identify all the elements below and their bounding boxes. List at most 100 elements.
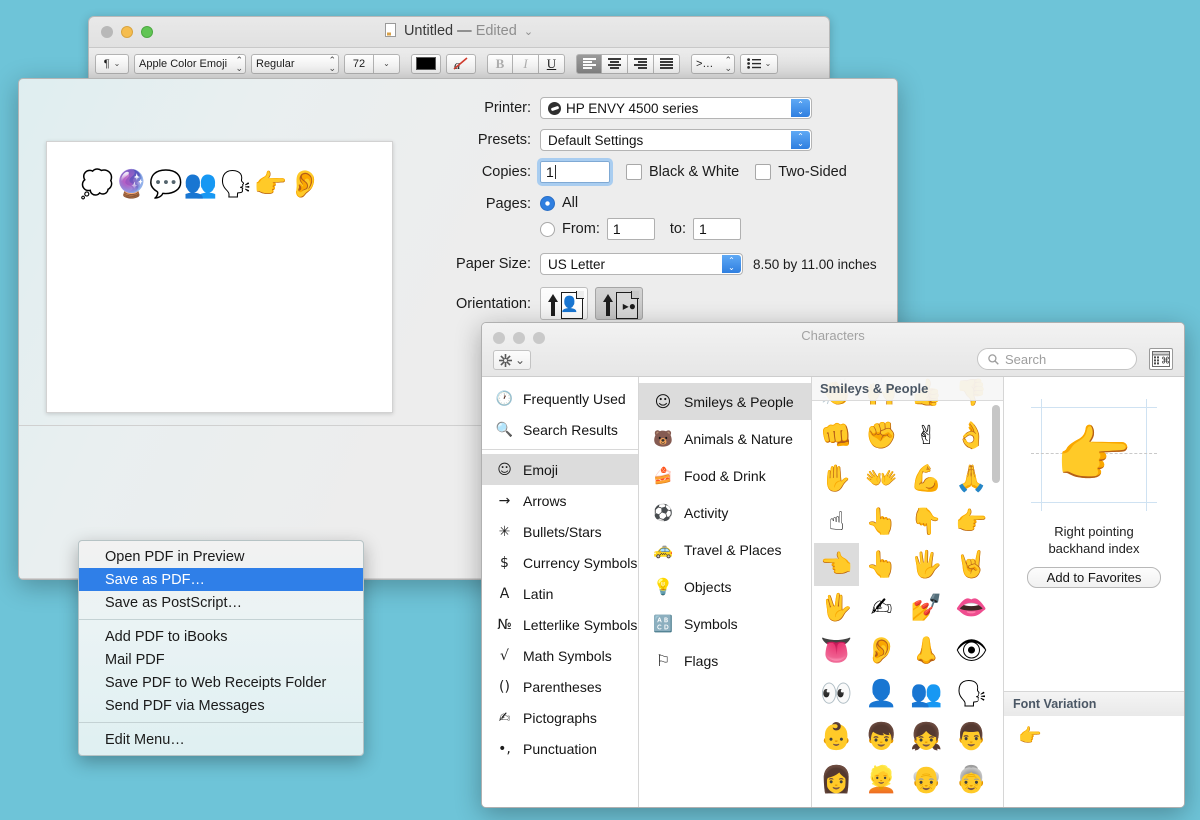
- menu-item[interactable]: Add PDF to iBooks: [79, 625, 363, 648]
- align-right-button[interactable]: [628, 53, 654, 74]
- category-item-currency-symbols[interactable]: $ Currency Symbols: [482, 547, 638, 578]
- orientation-portrait-button[interactable]: 👤: [540, 287, 588, 320]
- black-white-checkbox-row[interactable]: Black & White: [626, 164, 739, 180]
- menu-item[interactable]: Save PDF to Web Receipts Folder: [79, 671, 363, 694]
- category-item-emoji[interactable]: ☺ Emoji: [482, 454, 638, 485]
- font-family-select[interactable]: Apple Color Emoji ⌃ ⌄: [134, 53, 246, 74]
- line-spacing-select[interactable]: >… ⌃ ⌄: [691, 53, 735, 74]
- pages-all-option[interactable]: All: [540, 195, 741, 211]
- character-cell[interactable]: 👁: [949, 629, 994, 672]
- action-gear-button[interactable]: ⌄: [493, 350, 532, 370]
- character-cell[interactable]: 💪: [904, 457, 949, 500]
- category-item-search-results[interactable]: 🔍 Search Results: [482, 414, 638, 445]
- printer-select[interactable]: HP ENVY 4500 series ⌃ ⌄: [540, 97, 812, 119]
- character-cell[interactable]: 👄: [949, 586, 994, 629]
- pages-from-input[interactable]: 1: [606, 218, 655, 240]
- character-cell[interactable]: 💅: [904, 586, 949, 629]
- character-cell[interactable]: 👱: [859, 758, 904, 801]
- category-item-pictographs[interactable]: ✍ Pictographs: [482, 702, 638, 733]
- character-grid-scroll[interactable]: 👏🙌👍👎👊✊✌👌✋👐💪🙏☝👆👇👉👈👆🖐🤘🖖✍💅👄👅👂👃👁👀👤👥🗣👶👦👧👨👩👱👴👵…: [812, 377, 1003, 807]
- character-cell[interactable]: 👷: [949, 801, 994, 807]
- subcategory-item-travel-places[interactable]: 🚕 Travel & Places: [639, 531, 811, 568]
- character-cell[interactable]: ☝: [814, 500, 859, 543]
- character-cell[interactable]: 👐: [859, 457, 904, 500]
- keyboard-viewer-button[interactable]: ⌘: [1149, 348, 1173, 370]
- subcategory-item-food-drink[interactable]: 🍰 Food & Drink: [639, 457, 811, 494]
- pages-range-option[interactable]: From: 1 to: 1: [540, 218, 741, 240]
- menu-item[interactable]: Open PDF in Preview: [79, 545, 363, 568]
- category-item-parentheses[interactable]: () Parentheses: [482, 671, 638, 702]
- character-cell[interactable]: 👥: [904, 672, 949, 715]
- text-color-button[interactable]: [411, 53, 441, 74]
- character-cell[interactable]: 👮: [904, 801, 949, 807]
- text-background-color-button[interactable]: a: [446, 53, 476, 74]
- menu-item[interactable]: Edit Menu…: [79, 728, 363, 751]
- character-cell[interactable]: 👈: [814, 543, 859, 586]
- font-variation-item[interactable]: 👉: [1018, 725, 1042, 747]
- two-sided-checkbox[interactable]: [755, 164, 772, 180]
- character-cell[interactable]: 👶: [814, 715, 859, 758]
- character-cell[interactable]: 👌: [949, 414, 994, 457]
- menu-item[interactable]: Mail PDF: [79, 648, 363, 671]
- subcategory-item-animals-nature[interactable]: 🐻 Animals & Nature: [639, 420, 811, 457]
- stepper-icon[interactable]: ⌃ ⌄: [791, 131, 810, 149]
- underline-button[interactable]: U: [539, 53, 565, 74]
- category-item-frequently-used[interactable]: 🕐 Frequently Used: [482, 383, 638, 414]
- character-cell[interactable]: 👊: [814, 414, 859, 457]
- character-cell[interactable]: 👧: [904, 715, 949, 758]
- align-center-button[interactable]: [602, 53, 628, 74]
- black-white-checkbox[interactable]: [626, 164, 642, 180]
- add-to-favorites-button[interactable]: Add to Favorites: [1027, 567, 1161, 588]
- subcategory-item-objects[interactable]: 💡 Objects: [639, 568, 811, 605]
- subcategory-item-smileys-people[interactable]: ☺ Smileys & People: [639, 383, 811, 420]
- two-sided-checkbox-row[interactable]: Two-Sided: [755, 164, 847, 180]
- character-cell[interactable]: 👉: [949, 500, 994, 543]
- paragraph-style-button[interactable]: ¶ ⌄: [95, 53, 129, 74]
- character-cell[interactable]: ✊: [859, 414, 904, 457]
- align-justify-button[interactable]: [654, 53, 680, 74]
- pages-from-radio[interactable]: [540, 221, 555, 237]
- font-size-dropdown[interactable]: ⌄: [374, 53, 400, 74]
- character-cell[interactable]: 👆: [859, 543, 904, 586]
- stepper-icon[interactable]: ⌃ ⌄: [722, 255, 741, 273]
- character-cell[interactable]: 🤘: [949, 543, 994, 586]
- character-cell[interactable]: 👩: [814, 758, 859, 801]
- character-cell[interactable]: 🗣: [949, 672, 994, 715]
- chevron-down-icon[interactable]: ⌄: [524, 26, 533, 38]
- category-item-letterlike-symbols[interactable]: № Letterlike Symbols: [482, 609, 638, 640]
- font-size-input[interactable]: 72: [344, 53, 374, 74]
- character-cell[interactable]: 👂: [859, 629, 904, 672]
- character-cell[interactable]: 👤: [859, 672, 904, 715]
- category-item-bullets-stars[interactable]: ✳ Bullets/Stars: [482, 516, 638, 547]
- character-cell[interactable]: 👃: [904, 629, 949, 672]
- category-item-arrows[interactable]: → Arrows: [482, 485, 638, 516]
- character-cell[interactable]: ✌: [904, 414, 949, 457]
- character-cell[interactable]: 👀: [814, 672, 859, 715]
- characters-titlebar[interactable]: Characters ⌄ Search ⌘: [482, 323, 1184, 377]
- search-input[interactable]: Search: [977, 348, 1137, 370]
- presets-select[interactable]: Default Settings ⌃ ⌄: [540, 129, 812, 151]
- character-cell[interactable]: 👳: [859, 801, 904, 807]
- character-cell[interactable]: 👅: [814, 629, 859, 672]
- character-cell[interactable]: 👨: [949, 715, 994, 758]
- category-item-punctuation[interactable]: •, Punctuation: [482, 733, 638, 764]
- textedit-titlebar[interactable]: Untitled — Edited ⌄: [89, 17, 829, 47]
- stepper-icon[interactable]: ⌃ ⌄: [791, 99, 810, 117]
- font-style-select[interactable]: Regular ⌃ ⌄: [251, 53, 339, 74]
- pages-all-radio[interactable]: [540, 195, 555, 211]
- menu-item[interactable]: Send PDF via Messages: [79, 694, 363, 717]
- paper-size-select[interactable]: US Letter ⌃ ⌄: [540, 253, 743, 275]
- pages-to-input[interactable]: 1: [692, 218, 741, 240]
- character-cell[interactable]: 👵: [949, 758, 994, 801]
- character-cell[interactable]: ✋: [814, 457, 859, 500]
- align-left-button[interactable]: [576, 53, 602, 74]
- character-cell[interactable]: 👦: [859, 715, 904, 758]
- character-cell[interactable]: 🖐: [904, 543, 949, 586]
- character-cell[interactable]: 👇: [904, 500, 949, 543]
- lists-button[interactable]: ⌄: [740, 53, 778, 74]
- character-cell[interactable]: 👲: [814, 801, 859, 807]
- orientation-landscape-button[interactable]: ▸●: [595, 287, 643, 320]
- character-cell[interactable]: 👴: [904, 758, 949, 801]
- character-cell[interactable]: 👆: [859, 500, 904, 543]
- grid-scrollbar[interactable]: [992, 405, 1000, 483]
